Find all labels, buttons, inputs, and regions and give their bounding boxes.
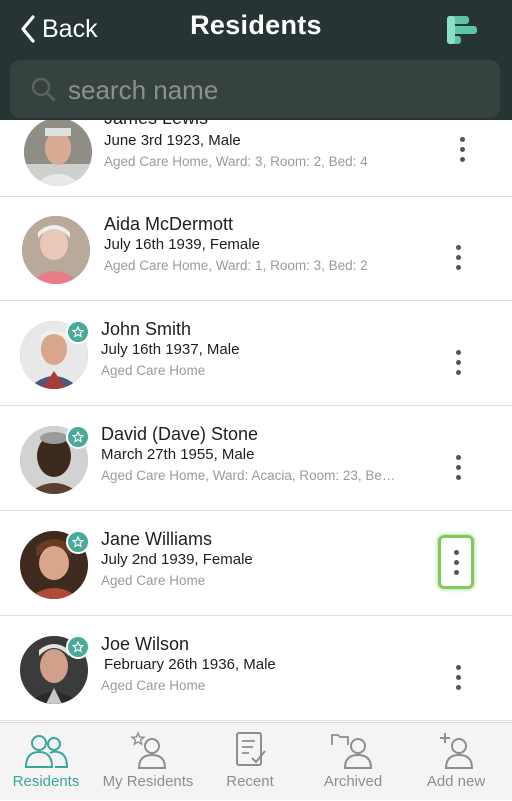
- favorite-star-icon: [66, 635, 90, 659]
- resident-dob: July 16th 1939, Female: [104, 236, 260, 253]
- my-residents-icon: [130, 731, 167, 769]
- dot-icon: [455, 264, 461, 270]
- dot-icon: [455, 474, 461, 480]
- search-icon: [31, 77, 56, 102]
- page-title: Residents: [190, 10, 322, 40]
- tab-residents[interactable]: Residents: [0, 723, 96, 801]
- resident-name: Jane Williams: [101, 529, 213, 549]
- dot-icon: [455, 254, 461, 260]
- dot-icon: [455, 349, 461, 355]
- dot-icon: [455, 369, 461, 375]
- dot-icon: [455, 359, 461, 365]
- dot-icon: [453, 559, 459, 565]
- recent-icon: [236, 732, 266, 766]
- tab-label: My Residents: [102, 773, 194, 790]
- tab-label: Residents: [12, 773, 80, 790]
- avatar: [24, 118, 92, 186]
- dot-icon: [455, 684, 461, 690]
- favorite-star-icon: [66, 530, 90, 554]
- add-new-icon: [440, 733, 474, 769]
- dot-icon: [453, 569, 459, 575]
- resident-name: Aida McDermott: [104, 214, 234, 234]
- resident-row[interactable]: David (Dave) Stone March 27th 1955, Male…: [0, 406, 512, 511]
- resident-dob: February 26th 1936, Male: [104, 656, 276, 673]
- resident-location: Aged Care Home, Ward: Acacia, Room: 23, …: [101, 468, 396, 483]
- tab-my-residents[interactable]: My Residents: [98, 723, 198, 801]
- tab-archived[interactable]: Archived: [303, 723, 403, 801]
- search-bar[interactable]: [10, 60, 500, 118]
- tab-label: Archived: [323, 773, 383, 790]
- tab-label: Recent: [226, 773, 274, 790]
- dot-icon: [455, 664, 461, 670]
- resident-dob: July 16th 1937, Male: [101, 341, 240, 358]
- more-options-button[interactable]: [444, 122, 480, 176]
- tab-bar: Residents My Residents Recent Archived A…: [0, 722, 512, 800]
- navigation-header: Back Residents: [0, 0, 512, 120]
- residents-icon: [24, 735, 69, 768]
- resident-row[interactable]: Aida McDermott July 16th 1939, Female Ag…: [0, 196, 512, 301]
- resident-location: Aged Care Home, Ward: 3, Room: 2, Bed: 4: [104, 154, 368, 169]
- avatar: [22, 216, 90, 284]
- dot-icon: [453, 549, 459, 555]
- more-options-button[interactable]: [440, 650, 476, 704]
- dot-icon: [459, 156, 465, 162]
- more-options-button[interactable]: [440, 335, 476, 389]
- more-options-button[interactable]: [438, 535, 474, 589]
- tab-add-new[interactable]: Add new: [406, 723, 506, 801]
- resident-location: Aged Care Home: [101, 678, 206, 693]
- dot-icon: [455, 244, 461, 250]
- dot-icon: [459, 146, 465, 152]
- resident-dob: June 3rd 1923, Male: [104, 132, 241, 149]
- favorite-star-icon: [66, 320, 90, 344]
- more-options-button[interactable]: [440, 440, 476, 494]
- archived-icon: [331, 734, 373, 769]
- resident-name: Joe Wilson: [101, 634, 190, 654]
- tab-recent[interactable]: Recent: [200, 723, 300, 801]
- resident-row[interactable]: Jane Williams July 2nd 1939, Female Aged…: [0, 511, 512, 616]
- resident-name: David (Dave) Stone: [101, 424, 259, 444]
- resident-location: Aged Care Home, Ward: 1, Room: 3, Bed: 2: [104, 258, 368, 273]
- resident-location: Aged Care Home: [101, 573, 206, 588]
- resident-name: John Smith: [101, 319, 192, 339]
- resident-row[interactable]: John Smith July 16th 1937, Male Aged Car…: [0, 301, 512, 406]
- resident-dob: July 2nd 1939, Female: [101, 551, 253, 568]
- resident-row[interactable]: Joe Wilson February 26th 1936, Male Aged…: [0, 616, 512, 721]
- resident-location: Aged Care Home: [101, 363, 206, 378]
- favorite-star-icon: [66, 425, 90, 449]
- dot-icon: [455, 454, 461, 460]
- dot-icon: [459, 136, 465, 142]
- resident-dob: March 27th 1955, Male: [101, 446, 255, 463]
- dot-icon: [455, 464, 461, 470]
- dot-icon: [455, 674, 461, 680]
- app-logo-icon[interactable]: [444, 13, 480, 47]
- tab-label: Add new: [426, 773, 486, 790]
- search-input[interactable]: [66, 70, 490, 110]
- more-options-button[interactable]: [440, 230, 476, 284]
